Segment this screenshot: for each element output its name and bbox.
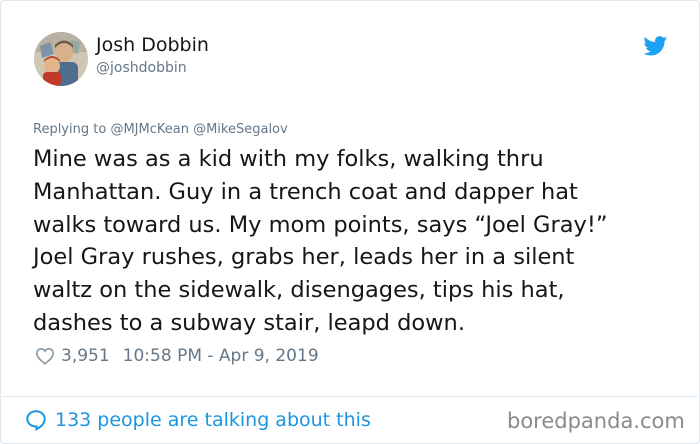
tweet-text-line: dashes to a subway stair, leapd down. [33, 309, 465, 336]
tweet-text-line: Joel Gray rushes, grabs her, leads her i… [33, 244, 575, 271]
twitter-bird-icon[interactable] [643, 36, 668, 56]
replying-to: Replying to @MJMcKean @MikeSegalov [33, 121, 288, 138]
divider [2, 396, 698, 397]
avatar[interactable] [34, 32, 88, 86]
replying-to-label: Replying to [33, 122, 107, 137]
tweet-text-line: waltz on the sidewalk, disengages, tips … [33, 277, 565, 304]
conversation-link[interactable]: 133 people are talking about this [25, 407, 371, 433]
author-handle[interactable]: @joshdobbin [96, 60, 187, 77]
tweet-timestamp[interactable]: 10:58 PM - Apr 9, 2019 [123, 346, 319, 366]
mention-link[interactable]: @MikeSegalov [193, 122, 288, 137]
tweet-card: Josh Dobbin @joshdobbin Replying to @MJM… [0, 0, 700, 444]
author-display-name[interactable]: Josh Dobbin [96, 34, 209, 56]
tweet-text: Mine was as a kid with my folks, walking… [33, 143, 673, 340]
mention-link[interactable]: @MJMcKean [110, 122, 189, 137]
tweet-text-line: Mine was as a kid with my folks, walking… [33, 146, 544, 172]
tweet-text-line: Manhattan. Guy in a trench coat and dapp… [33, 178, 578, 205]
conversation-text: 133 people are talking about this [55, 409, 371, 431]
like-count[interactable]: 3,951 [61, 346, 110, 366]
avatar-photo-icon [34, 32, 88, 86]
watermark: boredpanda.com [507, 409, 685, 433]
speech-bubble-icon [26, 410, 46, 431]
heart-icon[interactable] [35, 347, 55, 365]
tweet-text-line: walks toward us. My mom points, says “Jo… [33, 211, 608, 238]
tweet-meta: 3,951 10:58 PM - Apr 9, 2019 [35, 344, 319, 368]
